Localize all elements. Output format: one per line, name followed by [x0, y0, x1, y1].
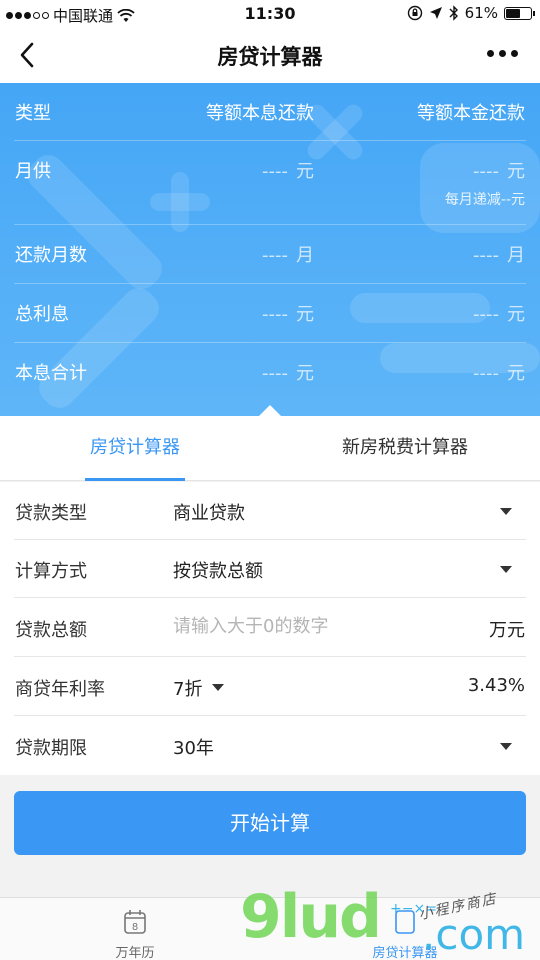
rate-value: 3.43% — [467, 675, 525, 696]
divider — [14, 715, 526, 716]
result-row-interest: 总利息 ---- 元 ---- 元 — [0, 284, 540, 343]
tab-pointer — [259, 405, 281, 416]
location-icon — [429, 7, 442, 19]
bottom-tab-bar: 8 万年历 房贷计算器 — [0, 897, 540, 960]
loan-amount-label: 贷款总额 — [15, 620, 87, 641]
result-value-col1: ---- 元 — [262, 157, 314, 183]
value-dash: ---- — [473, 304, 499, 325]
term-label: 贷款期限 — [15, 738, 87, 759]
tab-mortgage-calculator[interactable]: 房贷计算器 — [0, 416, 270, 481]
result-row-total: 本息合计 ---- 元 ---- 元 — [0, 343, 540, 402]
term-select[interactable]: 30年 — [173, 734, 214, 760]
value-dash: ---- — [262, 363, 288, 384]
dropdown-caret-icon[interactable] — [212, 684, 224, 691]
calc-method-row[interactable]: 计算方式 按贷款总额 — [0, 540, 540, 598]
tabbar-item-calendar[interactable]: 8 万年历 — [0, 898, 270, 960]
more-dot — [499, 50, 506, 57]
loan-amount-input[interactable] — [173, 616, 453, 637]
dropdown-caret-icon[interactable] — [500, 566, 512, 573]
calculator-icon — [395, 910, 415, 934]
divider — [14, 597, 526, 598]
tab-new-house-tax-calculator[interactable]: 新房税费计算器 — [270, 416, 540, 481]
status-bar: 中国联通 11:30 61% — [0, 0, 540, 28]
result-value-col2: ---- 元 — [473, 359, 525, 385]
dropdown-caret-icon[interactable] — [500, 508, 512, 515]
result-value-col2: ---- 月 — [473, 241, 525, 267]
page-title: 房贷计算器 — [217, 45, 323, 69]
monthly-decrease-note: 每月递减--元 — [444, 192, 525, 208]
value-unit: 元 — [296, 363, 314, 384]
result-header-label: 类型 — [15, 103, 51, 124]
loan-type-label: 贷款类型 — [15, 503, 87, 524]
result-header-col2: 等额本金还款 — [417, 103, 525, 124]
result-value-col1: ---- 元 — [262, 359, 314, 385]
button-area: 开始计算 — [0, 775, 540, 897]
more-dot — [487, 50, 494, 57]
result-row-months: 还款月数 ---- 月 ---- 月 — [0, 225, 540, 284]
result-header-row: 类型 等额本息还款 等额本金还款 — [0, 83, 540, 141]
back-arrow-icon[interactable] — [14, 40, 44, 70]
result-value-col1: ---- 月 — [262, 241, 314, 267]
orientation-lock-icon — [407, 5, 422, 21]
result-label: 本息合计 — [15, 363, 87, 384]
value-unit: 元 — [507, 363, 525, 384]
bluetooth-icon — [449, 5, 458, 21]
rate-label: 商贷年利率 — [15, 679, 105, 700]
battery-fill — [506, 8, 520, 18]
calculator-tabs: 房贷计算器 新房税费计算器 — [0, 416, 540, 481]
battery-percent: 61% — [464, 4, 498, 22]
value-dash: ---- — [262, 245, 288, 266]
value-unit: 元 — [296, 161, 314, 182]
loan-type-row[interactable]: 贷款类型 商业贷款 — [0, 482, 540, 540]
dropdown-caret-icon[interactable] — [500, 743, 512, 750]
more-options-icon[interactable] — [487, 50, 518, 57]
result-label: 月供 — [15, 161, 51, 182]
result-label: 还款月数 — [15, 245, 87, 266]
result-value-col2: ---- 元 — [473, 300, 525, 326]
rate-row: 商贷年利率 7折 3.43% — [0, 658, 540, 716]
loan-form: 贷款类型 商业贷款 计算方式 按贷款总额 贷款总额 万元 商贷年利率 7折 3.… — [0, 482, 540, 775]
result-value-col2: ---- 元 — [473, 157, 525, 183]
value-dash: ---- — [262, 304, 288, 325]
start-calculation-button[interactable]: 开始计算 — [14, 791, 526, 855]
calendar-icon-day: 8 — [132, 922, 138, 933]
value-dash: ---- — [473, 161, 499, 182]
tabbar-label: 万年历 — [115, 946, 155, 960]
loan-amount-unit: 万元 — [489, 620, 525, 641]
calc-method-select[interactable]: 按贷款总额 — [173, 557, 263, 583]
result-header-col1: 等额本息还款 — [206, 103, 314, 124]
active-tab-underline — [85, 478, 185, 481]
result-label: 总利息 — [15, 304, 69, 325]
value-dash: ---- — [262, 161, 288, 182]
value-dash: ---- — [473, 245, 499, 266]
loan-amount-row: 贷款总额 万元 — [0, 599, 540, 657]
value-unit: 元 — [507, 161, 525, 182]
value-unit: 月 — [507, 245, 525, 266]
result-panel: 类型 等额本息还款 等额本金还款 月供 ---- 元 ---- 元 每月递减--元 … — [0, 83, 540, 416]
value-unit: 元 — [296, 304, 314, 325]
calendar-icon: 8 — [124, 910, 146, 934]
calc-method-label: 计算方式 — [15, 561, 87, 582]
divider — [14, 656, 526, 657]
value-unit: 元 — [507, 304, 525, 325]
result-value-col1: ---- 元 — [262, 300, 314, 326]
tabbar-item-mortgage[interactable]: 房贷计算器 — [270, 898, 540, 960]
status-right: 61% — [407, 4, 535, 22]
term-row[interactable]: 贷款期限 30年 — [0, 717, 540, 775]
result-row-monthly: 月供 ---- 元 ---- 元 每月递减--元 — [0, 141, 540, 225]
loan-type-select[interactable]: 商业贷款 — [173, 499, 245, 525]
value-dash: ---- — [473, 363, 499, 384]
rate-discount-select[interactable]: 7折 — [173, 675, 202, 701]
value-unit: 月 — [296, 245, 314, 266]
nav-bar: 房贷计算器 — [0, 28, 540, 83]
tabbar-label: 房贷计算器 — [372, 946, 438, 960]
battery-icon — [504, 6, 535, 20]
more-dot — [511, 50, 518, 57]
